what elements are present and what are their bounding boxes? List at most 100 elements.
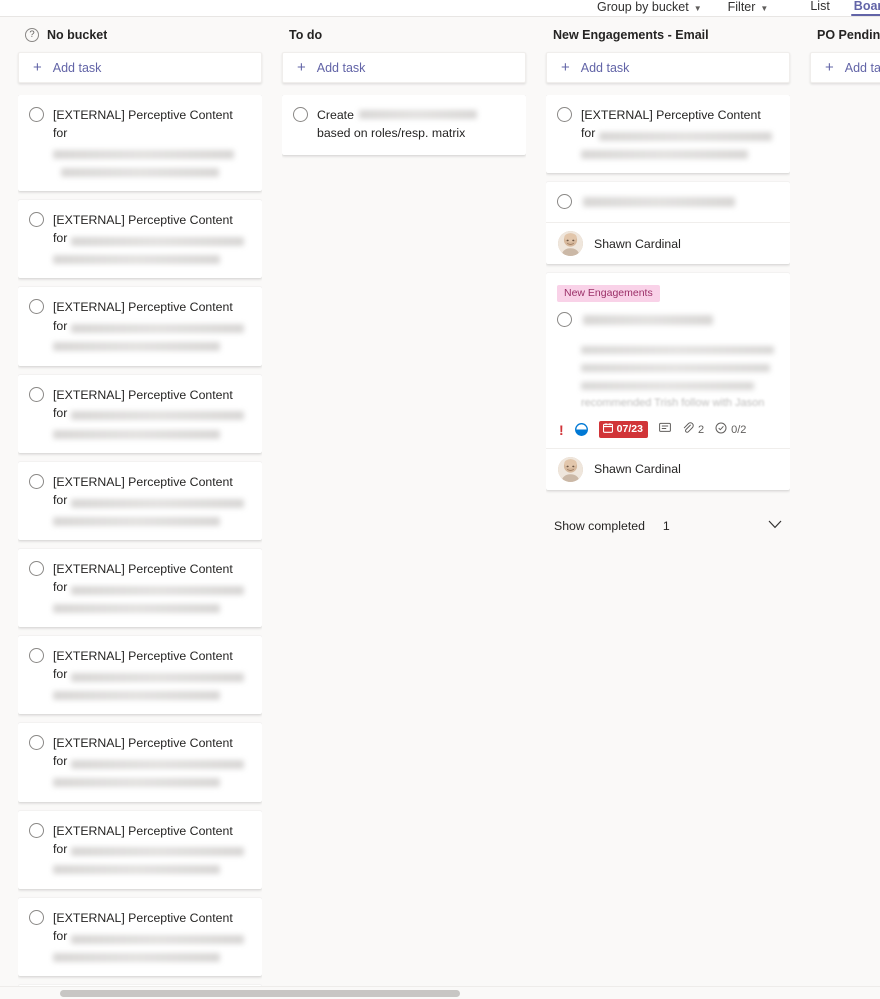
task-complete-checkbox[interactable] xyxy=(29,735,44,751)
board-column-new-engagements-email: New Engagements - Email + Add task [EXTE… xyxy=(536,18,800,986)
filter-button[interactable]: Filter ▼ xyxy=(728,0,777,16)
task-card[interactable]: [EXTERNAL] Perceptive Content for xyxy=(18,95,262,192)
task-complete-checkbox[interactable] xyxy=(29,107,44,122)
redacted-text xyxy=(70,324,245,334)
task-card[interactable]: [EXTERNAL] Perceptive Content for xyxy=(18,636,262,715)
redacted-text xyxy=(53,952,221,962)
redacted-text xyxy=(70,237,245,247)
task-complete-checkbox[interactable] xyxy=(29,212,44,228)
add-task-button-no-bucket[interactable]: + Add task xyxy=(18,52,262,83)
task-card[interactable]: [EXTERNAL] Perceptive Content for xyxy=(18,200,262,279)
column-title: No bucket xyxy=(47,28,108,42)
filter-label: Filter xyxy=(727,0,756,14)
task-card[interactable]: [EXTERNAL] Perceptive Content for xyxy=(18,374,262,453)
task-complete-checkbox[interactable] xyxy=(557,312,572,328)
tab-list[interactable]: List xyxy=(798,0,841,16)
add-task-button-po-pending[interactable]: + Add task xyxy=(810,52,880,83)
column-header-to-do: To do xyxy=(282,18,526,52)
redacted-text xyxy=(53,865,221,875)
add-task-button-to-do[interactable]: + Add task xyxy=(282,52,526,83)
redacted-text xyxy=(53,255,221,265)
task-card[interactable]: Create based on roles/resp. matrix xyxy=(282,95,526,156)
add-task-button-new-engagements[interactable]: + Add task xyxy=(546,52,790,83)
task-complete-checkbox[interactable] xyxy=(29,299,44,315)
avatar xyxy=(558,456,583,482)
help-icon[interactable]: ? xyxy=(25,28,39,42)
task-card[interactable]: [EXTERNAL] Perceptive Content for xyxy=(18,287,262,366)
chevron-down-icon: ▼ xyxy=(760,4,769,13)
redacted-text xyxy=(359,110,478,120)
task-card[interactable]: [EXTERNAL] Perceptive Content for xyxy=(18,897,262,976)
column-title: New Engagements - Email xyxy=(553,28,709,42)
task-card[interactable]: [EXTERNAL] Perceptive Content for xyxy=(18,810,262,889)
task-complete-checkbox[interactable] xyxy=(557,107,572,122)
due-date-badge: 07/23 xyxy=(598,421,648,438)
task-card[interactable]: [EXTERNAL] Perceptive Content for xyxy=(18,461,262,540)
column-card-list: [EXTERNAL] Perceptive Content for Shawn … xyxy=(546,95,790,986)
column-card-list xyxy=(810,95,880,986)
column-title: To do xyxy=(289,28,323,42)
board-column-po-pending: PO Pending + Add task xyxy=(800,18,880,986)
redacted-text xyxy=(581,345,775,354)
show-completed-toggle[interactable]: Show completed 1 xyxy=(546,511,790,541)
attachment-icon xyxy=(682,422,694,437)
horizontal-scrollbar[interactable] xyxy=(0,986,880,999)
redacted-text xyxy=(70,585,245,595)
due-date-text: 07/23 xyxy=(616,423,643,436)
show-completed-label: Show completed xyxy=(554,518,645,533)
board-column-to-do: To do + Add task Create based on roles/r… xyxy=(272,18,536,986)
scrollbar-thumb[interactable] xyxy=(60,990,460,997)
add-task-label: Add task xyxy=(580,60,630,75)
column-header-no-bucket: ? No bucket xyxy=(18,18,262,52)
task-complete-checkbox[interactable] xyxy=(29,822,44,838)
task-card[interactable]: [EXTERNAL] Perceptive Content for xyxy=(18,549,262,628)
task-card[interactable]: [EXTERNAL] Perceptive Content for xyxy=(18,723,262,802)
task-label-chip: New Engagements xyxy=(557,285,660,303)
add-task-label: Add task xyxy=(316,60,366,75)
show-completed-count: 1 xyxy=(662,518,670,533)
checklist-count: 0/2 xyxy=(731,423,747,436)
task-card[interactable]: New Engagements recommended Trish follow… xyxy=(546,273,790,490)
board-column-no-bucket: ? No bucket + Add task [EXTERNAL] Percep… xyxy=(8,18,272,986)
planner-board: ? No bucket + Add task [EXTERNAL] Percep… xyxy=(0,18,880,986)
redacted-text xyxy=(53,603,221,613)
task-complete-checkbox[interactable] xyxy=(29,473,44,489)
redacted-text xyxy=(70,673,245,682)
plus-icon: + xyxy=(561,59,570,76)
urgent-priority-icon: ! xyxy=(559,421,564,438)
task-complete-checkbox[interactable] xyxy=(557,194,572,210)
redacted-text xyxy=(53,516,221,526)
add-task-label: Add task xyxy=(52,60,102,75)
task-complete-checkbox[interactable] xyxy=(29,561,44,576)
task-card[interactable]: Shawn Cardinal xyxy=(546,182,790,265)
view-tabs: List Board xyxy=(798,0,880,16)
notes-indicator xyxy=(659,422,671,437)
column-header-po-pending: PO Pending xyxy=(810,18,880,52)
redacted-text xyxy=(61,167,219,177)
task-complete-checkbox[interactable] xyxy=(29,648,44,664)
task-assignee: Shawn Cardinal xyxy=(546,222,790,264)
chevron-down-icon: ▼ xyxy=(693,4,702,13)
column-card-list: [EXTERNAL] Perceptive Content for [EXTER… xyxy=(18,95,262,986)
board-toolbar: Group by bucket ▼ Filter ▼ List Board C xyxy=(0,0,880,17)
in-progress-icon xyxy=(574,423,588,437)
redacted-text xyxy=(581,363,771,372)
column-card-list: Create based on roles/resp. matrix xyxy=(282,95,526,986)
tab-board[interactable]: Board xyxy=(842,0,880,16)
redacted-text xyxy=(53,149,235,159)
task-complete-checkbox[interactable] xyxy=(29,386,44,402)
avatar xyxy=(558,231,583,257)
redacted-text xyxy=(53,342,221,352)
task-complete-checkbox[interactable] xyxy=(29,909,44,925)
chevron-down-icon xyxy=(768,520,782,532)
task-card[interactable]: [EXTERNAL] Perceptive Content for xyxy=(546,95,790,174)
plus-icon: + xyxy=(297,59,306,76)
add-task-label: Add task xyxy=(844,60,880,75)
redacted-text xyxy=(581,149,749,159)
group-by-bucket-button[interactable]: Group by bucket ▼ xyxy=(597,0,710,16)
redacted-text xyxy=(70,760,245,770)
redacted-task-title xyxy=(583,196,735,207)
group-by-bucket-label: Group by bucket xyxy=(597,0,689,14)
task-complete-checkbox[interactable] xyxy=(293,107,308,122)
redacted-text xyxy=(53,429,221,439)
